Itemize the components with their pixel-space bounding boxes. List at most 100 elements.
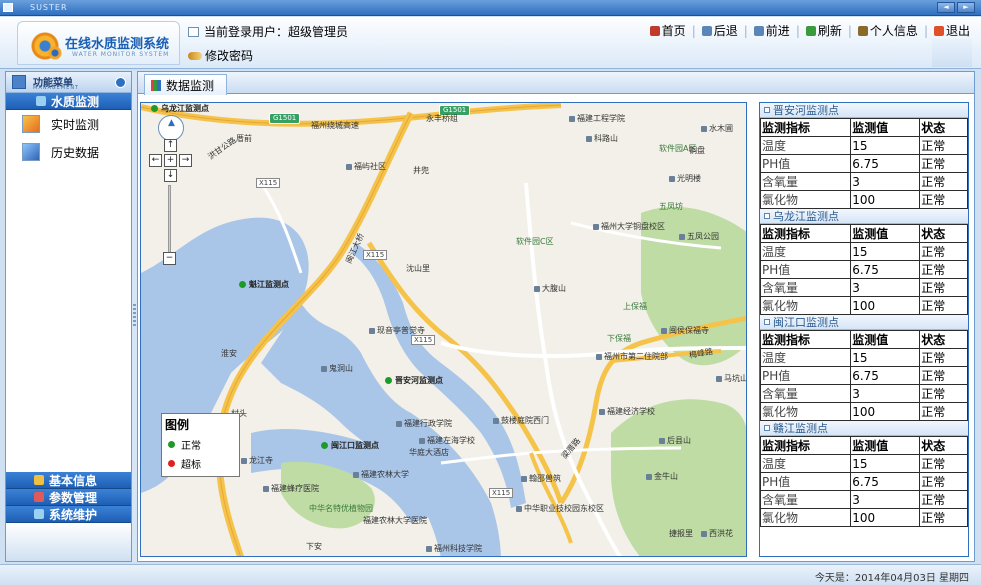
cell-value: 6.75 <box>850 154 921 173</box>
poi-marker-icon <box>521 475 527 482</box>
section-water-monitor[interactable]: 水质监测 <box>6 93 131 110</box>
exit-link[interactable]: 退出 <box>933 22 970 39</box>
map-poi: 福建行政学院 <box>396 418 452 429</box>
station-header[interactable]: 乌龙江监测点 <box>760 209 968 224</box>
forward-link[interactable]: 前进 <box>753 22 790 39</box>
monitor-site-marker[interactable]: 晋安河监测点 <box>385 375 443 386</box>
sidebar-item-label: 实时监测 <box>51 117 100 132</box>
splitter-grip-icon[interactable] <box>133 304 136 328</box>
main-panel: 数据监测 G1501 G1501 X115 X115 X115 X115 厝前 … <box>137 71 975 562</box>
map-poi: 福建左海学校 <box>419 435 475 446</box>
header-decoration <box>932 39 972 67</box>
refresh-link-label: 刷新 <box>817 24 842 38</box>
pan-up-icon[interactable]: ▲ <box>168 118 175 128</box>
cell-status: 正常 <box>919 472 968 491</box>
normal-status-icon <box>151 105 158 112</box>
pan-north-button[interactable]: ↑ <box>164 139 177 152</box>
window-back-button[interactable]: ◄ <box>937 2 955 13</box>
sidebar-item-label: 历史数据 <box>51 145 100 160</box>
station-header[interactable]: 赣江监测点 <box>760 421 968 436</box>
table-row: 含氧量 3 正常 <box>760 384 968 403</box>
monitor-site-marker[interactable]: 闽江口监测点 <box>321 440 379 451</box>
exit-link-label: 退出 <box>945 24 970 38</box>
col-value: 监测值 <box>850 224 921 243</box>
cell-indicator: 含氧量 <box>760 172 852 191</box>
back-link[interactable]: 后退 <box>701 22 738 39</box>
forward-link-label: 前进 <box>765 24 790 38</box>
current-date: 今天是：2014年04月03日 星期四 <box>814 573 969 584</box>
map-poi-label: 福建经济学校 <box>607 407 655 416</box>
pan-east-button[interactable]: → <box>179 154 192 167</box>
profile-link-label: 个人信息 <box>869 24 918 38</box>
tab-data-monitor[interactable]: 数据监测 <box>144 74 228 95</box>
map-poi-label: 光明楼 <box>677 174 701 183</box>
poi-marker-icon <box>661 327 667 334</box>
map-poi: 龙江寺 <box>241 455 273 466</box>
profile-link[interactable]: 个人信息 <box>857 22 918 39</box>
monitor-map[interactable]: G1501 G1501 X115 X115 X115 X115 厝前 井兜 福建… <box>140 102 747 557</box>
zoom-slider[interactable] <box>168 185 171 255</box>
map-canvas <box>141 103 746 556</box>
map-poi-label: 大腹山 <box>542 284 566 293</box>
cell-status: 正常 <box>919 172 968 191</box>
poi-marker-icon <box>419 437 425 444</box>
cell-indicator: 含氧量 <box>760 278 852 297</box>
cell-status: 正常 <box>919 154 968 173</box>
table-row: 氯化物 100 正常 <box>760 190 968 209</box>
poi-marker-icon <box>241 457 247 464</box>
history-data-icon <box>22 143 40 161</box>
map-poi-label: 闽侯保福寺 <box>669 326 709 335</box>
map-poi: 大腹山 <box>534 283 566 294</box>
sidebar-item-history-data[interactable]: 历史数据 <box>6 138 131 166</box>
poi-marker-icon <box>646 473 652 480</box>
cell-indicator: 温度 <box>760 242 852 261</box>
map-place: 下保福 <box>607 334 631 343</box>
map-place: 软件园C区 <box>516 237 554 246</box>
monitor-site-marker[interactable]: 乌龙江监测点 <box>151 103 209 114</box>
poi-marker-icon <box>596 353 602 360</box>
map-poi-label: 翰邵兽筑 <box>529 474 561 483</box>
pan-center-button[interactable]: + <box>164 154 177 167</box>
map-poi-label: 福建蜂疗医院 <box>271 484 319 493</box>
expand-icon <box>764 107 770 113</box>
monitor-site-marker[interactable]: 魁江监测点 <box>239 279 289 290</box>
cell-value: 3 <box>850 490 921 509</box>
station-name: 乌龙江监测点 <box>773 210 839 223</box>
station-header[interactable]: 晋安河监测点 <box>760 103 968 118</box>
basic-info-icon <box>34 475 44 485</box>
cell-value: 100 <box>850 508 921 527</box>
collapse-menu-icon[interactable] <box>115 77 126 88</box>
home-icon <box>649 25 660 36</box>
cell-indicator: PH值 <box>760 260 852 279</box>
tab-bar: 数据监测 <box>138 72 974 95</box>
section-basic-info[interactable]: 基本信息 <box>6 472 131 489</box>
legend-alarm-label: 超标 <box>181 460 201 471</box>
refresh-link[interactable]: 刷新 <box>805 22 842 39</box>
map-poi: 鬼洞山 <box>321 363 353 374</box>
map-poi-label: 福屿社区 <box>354 162 386 171</box>
pan-west-button[interactable]: ← <box>149 154 162 167</box>
section-system-maintain[interactable]: 系统维护 <box>6 506 131 523</box>
zoom-out-button[interactable]: − <box>163 252 176 265</box>
forward-icon <box>753 25 764 36</box>
table-row: PH值 6.75 正常 <box>760 472 968 491</box>
map-poi-label: 福建工程学院 <box>577 114 625 123</box>
cell-indicator: 温度 <box>760 348 852 367</box>
cell-status: 正常 <box>919 402 968 421</box>
change-password-link[interactable]: 修改密码 <box>188 47 253 64</box>
home-link[interactable]: 首页 <box>649 22 686 39</box>
section-param-manage[interactable]: 参数管理 <box>6 489 131 506</box>
realtime-monitor-icon <box>22 115 40 133</box>
poi-marker-icon <box>426 545 432 552</box>
map-pan-control[interactable]: ▲ <box>158 115 184 141</box>
station-header[interactable]: 闽江口监测点 <box>760 315 968 330</box>
cell-status: 正常 <box>919 296 968 315</box>
poi-marker-icon <box>586 135 592 142</box>
window-title: SUSTER <box>30 3 68 12</box>
cell-value: 15 <box>850 454 921 473</box>
sidebar-item-realtime-monitor[interactable]: 实时监测 <box>6 110 131 138</box>
window-forward-button[interactable]: ► <box>957 2 975 13</box>
user-doc-icon <box>188 26 199 37</box>
pan-south-button[interactable]: ↓ <box>164 169 177 182</box>
table-row: 氯化物 100 正常 <box>760 508 968 527</box>
